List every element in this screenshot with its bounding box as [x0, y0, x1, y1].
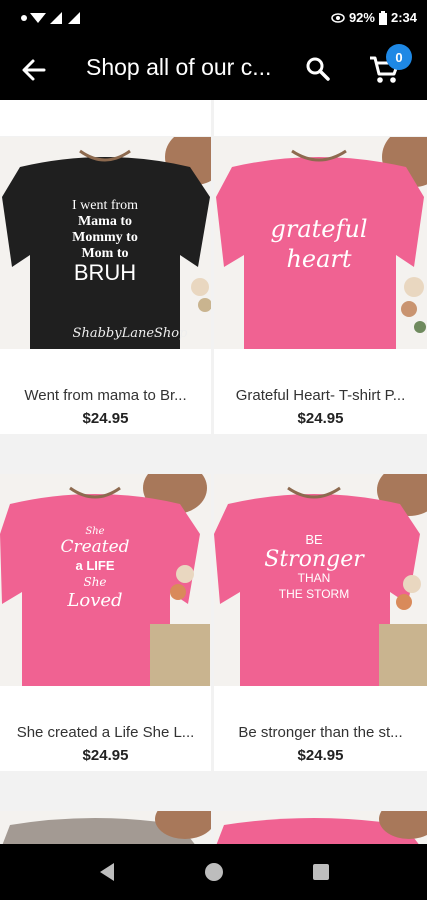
product-name[interactable]: Went from mama to Br...: [0, 387, 211, 404]
eye-icon: [331, 12, 345, 23]
product-image[interactable]: BE Stronger THAN THE STORM: [214, 474, 427, 686]
product-card[interactable]: [214, 811, 427, 844]
cart-count-badge[interactable]: 0: [386, 44, 412, 70]
grid-spacer: [214, 100, 427, 136]
product-image[interactable]: grateful heart: [214, 137, 427, 349]
back-arrow-icon[interactable]: [18, 54, 50, 86]
app-bar: Shop all of our c...: [0, 40, 427, 100]
shirt-print-text: She: [85, 526, 104, 537]
product-card[interactable]: She Created a LIFE She Loved She created…: [0, 474, 211, 771]
battery-icon: [378, 10, 387, 25]
system-nav-bar: [0, 844, 427, 900]
product-name[interactable]: Grateful Heart- T-shirt P...: [214, 387, 427, 404]
signal-icon: [21, 12, 80, 24]
product-price: $24.95: [82, 410, 129, 427]
shirt-print-text: Created: [60, 537, 129, 557]
product-name[interactable]: Be stronger than the st...: [214, 724, 427, 741]
page-title: Shop all of our c...: [86, 54, 272, 80]
shirt-print-text: grateful: [270, 215, 367, 243]
shirt-print-text: THE STORM: [279, 587, 349, 601]
grid-spacer: [0, 100, 211, 136]
product-card[interactable]: BE Stronger THAN THE STORM Be stronger t…: [214, 474, 427, 771]
shirt-print-text: BE: [305, 532, 323, 547]
shirt-print-text: Loved: [66, 590, 122, 611]
product-card[interactable]: grateful heart Grateful Heart- T-shirt P…: [214, 137, 427, 434]
nav-back-icon[interactable]: [96, 861, 118, 883]
shirt-print-text: Stronger: [264, 547, 365, 572]
shirt-print-text: I went from: [72, 198, 138, 213]
watermark-text: ShabbyLaneShop: [73, 326, 189, 341]
battery-percent: 92%: [348, 10, 375, 25]
clock: 2:34: [390, 10, 417, 25]
shirt-print-text: a LIFE: [75, 558, 114, 573]
nav-recents-icon[interactable]: [310, 861, 332, 883]
product-price: $24.95: [82, 747, 129, 764]
product-grid: I went from Mama to Mommy to Mom to BRUH…: [0, 100, 427, 844]
shirt-print-text: THAN: [298, 571, 331, 585]
status-bar: 92% 2:34: [0, 0, 427, 40]
shirt-print-text: Mama to: [78, 214, 132, 229]
shirt-print-text: She: [83, 575, 106, 589]
search-icon[interactable]: [304, 55, 332, 83]
shirt-print-text: BRUH: [74, 260, 136, 285]
product-card[interactable]: [0, 811, 211, 844]
shirt-print-text: Mommy to: [72, 230, 138, 245]
product-card[interactable]: I went from Mama to Mommy to Mom to BRUH…: [0, 137, 211, 434]
product-price: $24.95: [297, 410, 344, 427]
product-image[interactable]: I went from Mama to Mommy to Mom to BRUH…: [0, 137, 211, 349]
product-name[interactable]: She created a Life She L...: [0, 724, 211, 741]
product-image[interactable]: [0, 811, 211, 844]
shirt-print-text: Mom to: [81, 246, 128, 261]
nav-home-icon[interactable]: [203, 861, 225, 883]
product-image[interactable]: [214, 811, 427, 844]
product-image[interactable]: She Created a LIFE She Loved: [0, 474, 211, 686]
product-price: $24.95: [297, 747, 344, 764]
shirt-print-text: heart: [286, 245, 351, 273]
